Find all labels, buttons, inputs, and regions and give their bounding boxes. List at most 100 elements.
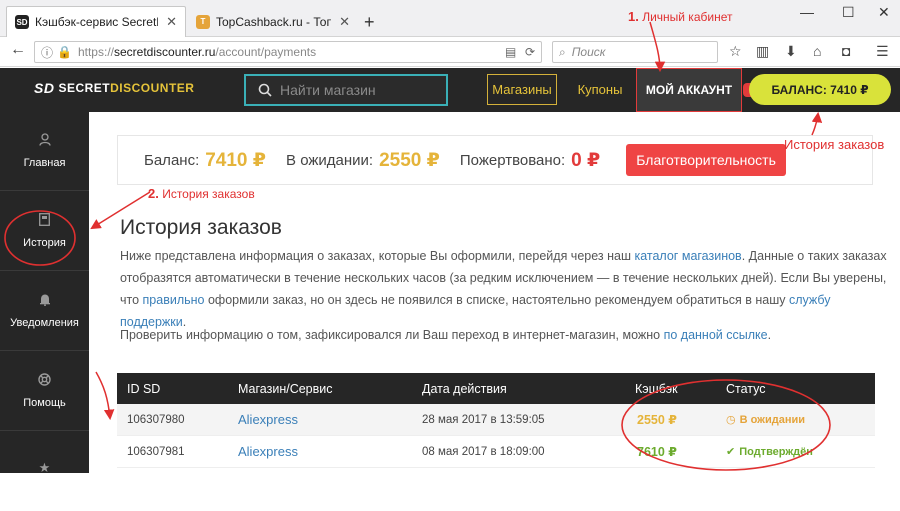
check-transition-link[interactable]: по данной ссылке [664, 328, 768, 342]
info-icon: ⓘ [41, 45, 54, 60]
balance-label: Баланс: [144, 151, 200, 169]
sidebar: Главная История Уведомления Помощь ★ [0, 112, 89, 475]
url-path: /account/payments [215, 45, 317, 59]
sidebar-item-label: Уведомления [10, 317, 79, 329]
search-icon [258, 83, 272, 97]
close-tab-icon[interactable]: ✕ [339, 14, 350, 30]
url-bar[interactable]: ⓘ 🔒 https://secretdiscounter.ru/account/… [34, 41, 542, 63]
annotation-number: 1. [628, 9, 639, 24]
orders-table: ID SD Магазин/Сервис Дата действия Кэшбэ… [117, 373, 875, 468]
lock-icon: 🔒 [57, 45, 72, 59]
secretdiscounter-favicon-icon: SD [15, 15, 29, 29]
clock-icon: ◷ [726, 414, 736, 426]
annotation-personal-account: 1. Личный кабинет [628, 9, 732, 24]
order-id: 106307981 [127, 445, 185, 458]
url-scheme: https:// [77, 45, 114, 59]
bell-icon [39, 293, 51, 309]
topcashback-favicon-icon: T [196, 14, 210, 29]
order-status: ✔ Подтверждён [726, 436, 813, 467]
my-account-button[interactable]: МОЙ АККАУНТ [636, 68, 742, 112]
download-icon[interactable]: ⬇ [785, 43, 797, 60]
order-cashback: 7610 ₽ [637, 445, 677, 459]
sidebar-item-history[interactable]: История [0, 192, 89, 271]
table-header-row: ID SD Магазин/Сервис Дата действия Кэшбэ… [117, 373, 875, 404]
sidebar-item-label: История [23, 237, 66, 249]
tab-title: Кэшбэк-сервис SecretDiscou [35, 15, 158, 29]
shop-search-input[interactable]: Найти магазин [244, 74, 448, 106]
order-shop-link[interactable]: Aliexpress [238, 404, 298, 435]
sidebar-item-favorites[interactable]: ★ [0, 432, 89, 511]
check-text: Проверить информацию о том, зафиксировал… [120, 328, 664, 342]
sidebar-item-label: Помощь [23, 397, 66, 409]
sidebar-item-help[interactable]: Помощь [0, 352, 89, 431]
url-host: secretdiscounter.ru [114, 45, 216, 59]
annotation-text: История заказов [162, 187, 255, 201]
intro-line-1: Ниже представлена информация о заказах, … [120, 245, 890, 267]
logo-text-secret: SECRET [58, 81, 111, 95]
close-tab-icon[interactable]: ✕ [166, 14, 177, 30]
column-header-status[interactable]: Статус [726, 373, 766, 404]
tab-topcashback[interactable]: T TopCashback.ru - Топ лучши ✕ [188, 6, 358, 37]
balance-button[interactable]: БАЛАНС: 7410 ₽ [749, 74, 891, 105]
column-header-id[interactable]: ID SD [127, 373, 160, 404]
coupons-button[interactable]: Купоны [572, 74, 628, 105]
arrow-to-table [95, 371, 115, 421]
balance-value: 7410 ₽ [205, 149, 267, 171]
maximize-icon[interactable]: ☐ [842, 4, 855, 21]
table-row: 106307980 Aliexpress 28 мая 2017 в 13:59… [117, 404, 875, 436]
site-logo[interactable]: SD SECRET DISCOUNTER [34, 80, 194, 96]
order-cashback: 2550 ₽ [637, 413, 677, 427]
user-icon [38, 133, 51, 149]
check-icon: ✔ [726, 446, 736, 458]
library-icon[interactable]: ▥ [756, 43, 769, 60]
correctly-link[interactable]: правильно [143, 293, 205, 307]
check-transition-line: Проверить информацию о том, зафиксировал… [120, 324, 890, 346]
order-date: 08 мая 2017 в 18:09:00 [422, 445, 545, 458]
order-status: ◷ В ожидании [726, 404, 805, 435]
close-window-icon[interactable]: ✕ [878, 4, 890, 21]
table-row: 106307981 Aliexpress 08 мая 2017 в 18:09… [117, 436, 875, 468]
browser-search-input[interactable]: ⌕ Поиск [552, 41, 718, 63]
intro-text: Ниже представлена информация о заказах, … [120, 249, 635, 263]
intro-text: . Данные о таких заказах [741, 249, 887, 263]
column-header-date[interactable]: Дата действия [422, 373, 507, 404]
new-tab-icon[interactable]: + [364, 12, 375, 33]
book-icon [39, 213, 50, 229]
minimize-icon[interactable]: — [800, 4, 814, 20]
reader-view-icon[interactable]: ▤ [505, 45, 516, 59]
bookmark-star-icon[interactable]: ☆ [729, 43, 742, 60]
sidebar-item-label: Главная [23, 157, 66, 169]
order-shop-link[interactable]: Aliexpress [238, 436, 298, 467]
order-date: 28 мая 2017 в 13:59:05 [422, 413, 545, 426]
pocket-icon[interactable]: ◘ [842, 43, 850, 59]
balance-summary-card: Баланс: 7410 ₽ В ожидании: 2550 ₽ Пожерт… [117, 135, 873, 185]
logo-mark: SD [34, 80, 55, 96]
logo-text-discounter: DISCOUNTER [110, 81, 195, 95]
menu-icon[interactable]: ☰ [876, 43, 889, 60]
page-title: История заказов [120, 216, 282, 239]
column-header-shop[interactable]: Магазин/Сервис [238, 373, 333, 404]
order-status-text: Подтверждён [739, 445, 813, 458]
sidebar-item-notifications[interactable]: Уведомления [0, 272, 89, 351]
arrow-to-balance [811, 111, 823, 136]
shop-catalog-link[interactable]: каталог магазинов [634, 249, 741, 263]
column-header-cashback[interactable]: Кэшбэк [635, 373, 678, 404]
reload-icon[interactable]: ⟳ [525, 45, 535, 59]
donated-value: 0 ₽ [571, 149, 601, 171]
tab-secretdiscounter[interactable]: SD Кэшбэк-сервис SecretDiscou ✕ [6, 6, 186, 37]
annotation-number: 2. [148, 186, 159, 201]
shops-button[interactable]: Магазины [487, 74, 557, 105]
home-icon[interactable]: ⌂ [813, 43, 821, 59]
charity-button[interactable]: Благотворительность [626, 144, 786, 176]
back-icon[interactable]: ← [10, 41, 26, 59]
pending-value: 2550 ₽ [379, 149, 440, 171]
intro-text: что [120, 293, 143, 307]
pending-label: В ожидании: [286, 151, 374, 169]
donated-label: Пожертвовано: [459, 151, 566, 169]
check-text: . [767, 328, 772, 342]
browser-tab-bar: SD Кэшбэк-сервис SecretDiscou ✕ T TopCas… [0, 0, 900, 37]
annotation-text: Личный кабинет [642, 10, 733, 24]
intro-text: оформили заказ, но он здесь не появился … [204, 293, 789, 307]
sidebar-item-home[interactable]: Главная [0, 112, 89, 191]
tab-title: TopCashback.ru - Топ лучши [216, 14, 332, 29]
